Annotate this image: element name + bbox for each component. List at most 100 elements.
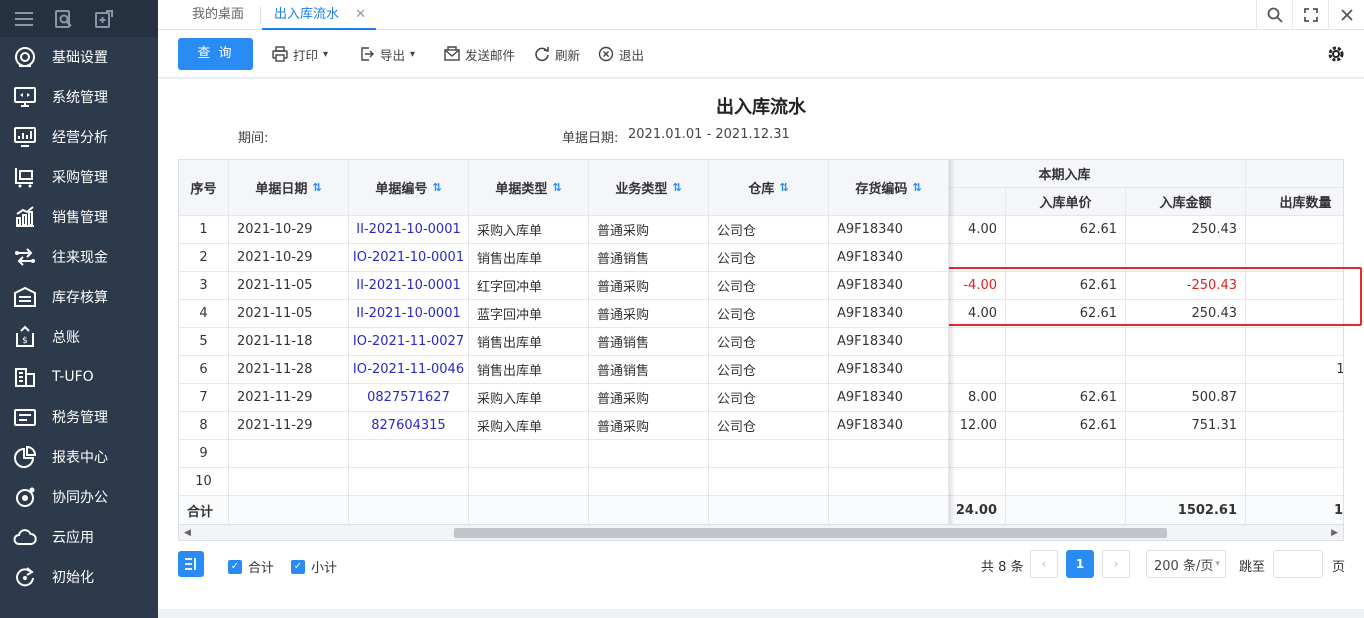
sidebar-item-ledger[interactable]: $ 总账	[0, 317, 158, 357]
sort-icon[interactable]: ⇅	[779, 181, 788, 194]
header-warehouse[interactable]: 仓库 ⇅	[709, 160, 829, 216]
table-cell	[1006, 440, 1126, 468]
doc-number-link[interactable]: IO-2021-11-0027	[349, 328, 469, 356]
sidebar-item-inventory[interactable]: 库存核算	[0, 277, 158, 317]
sort-icon[interactable]: ⇅	[312, 181, 321, 194]
search-icon[interactable]	[1256, 0, 1292, 30]
table-cell	[1126, 440, 1246, 468]
sales-chart-icon	[12, 204, 38, 230]
sidebar-item-label: 系统管理	[52, 90, 108, 106]
close-window-icon[interactable]	[1328, 0, 1364, 30]
table-cell: 蓝字回冲单	[469, 300, 589, 328]
gear-icon[interactable]	[1326, 44, 1346, 68]
data-table: 本期入库序号单据日期⇅单据编号⇅单据类型⇅业务类型⇅仓库⇅存货编码⇅数量入库单价…	[178, 159, 1344, 525]
total-cell	[229, 496, 349, 524]
table-cell: 普通销售	[589, 356, 709, 384]
doc-number-link[interactable]: II-2021-10-0001	[349, 300, 469, 328]
header-biz_type[interactable]: 业务类型 ⇅	[589, 160, 709, 216]
page-size-select[interactable]: 200 条/页 ▾	[1146, 550, 1226, 578]
refresh-icon	[535, 47, 549, 62]
table-cell	[589, 468, 709, 496]
sort-icon[interactable]: ⇅	[432, 181, 441, 194]
sidebar-item-tufo[interactable]: T-UFO	[0, 357, 158, 397]
ledger-icon: $	[12, 324, 38, 350]
sort-icon[interactable]: ⇅	[672, 181, 681, 194]
table-cell	[1126, 356, 1246, 384]
table-cell: 62.61	[1006, 412, 1126, 440]
sidebar-item-label: 税务管理	[52, 410, 108, 426]
fullscreen-icon[interactable]	[1292, 0, 1328, 30]
table-cell: 公司仓	[709, 272, 829, 300]
sidebar-item-system[interactable]: 系统管理	[0, 77, 158, 117]
column-settings-button[interactable]	[178, 551, 204, 577]
sum-checkbox[interactable]: ✓ 合计	[228, 557, 274, 576]
refresh-button[interactable]: 刷新	[534, 45, 580, 63]
subtotal-checkbox[interactable]: ✓ 小计	[291, 557, 337, 576]
table-cell: A9F18340	[829, 272, 949, 300]
sidebar-item-basic-settings[interactable]: 基础设置	[0, 37, 158, 77]
header-doc_no[interactable]: 单据编号 ⇅	[349, 160, 469, 216]
table-cell: 3	[179, 272, 229, 300]
building-icon	[12, 364, 38, 390]
sort-icon[interactable]: ⇅	[912, 181, 921, 194]
table-cell: 2021-11-18	[229, 328, 349, 356]
export-button[interactable]: 导出 ▾	[359, 45, 415, 63]
table-cell: 62.61	[1006, 384, 1126, 412]
doc-number-link[interactable]: IO-2021-11-0046	[349, 356, 469, 384]
scroll-right-icon[interactable]: ▶	[1331, 525, 1338, 541]
doc-number-link[interactable]: II-2021-10-0001	[349, 272, 469, 300]
send-mail-button[interactable]: 发送邮件	[444, 45, 515, 63]
header-doc_type[interactable]: 单据类型 ⇅	[469, 160, 589, 216]
table-cell: 751.31	[1126, 412, 1246, 440]
table-cell	[1006, 328, 1126, 356]
exit-label: 退出	[619, 47, 645, 63]
total-cell	[349, 496, 469, 524]
print-button[interactable]: 打印 ▾	[272, 45, 328, 63]
sidebar-item-cloud[interactable]: 云应用	[0, 517, 158, 557]
sidebar-item-collab[interactable]: 协同办公	[0, 477, 158, 517]
tab-stock-flow[interactable]: 出入库流水 ✕	[262, 0, 376, 30]
header-item_code[interactable]: 存货编码 ⇅	[829, 160, 949, 216]
sidebar-item-purchase[interactable]: 采购管理	[0, 157, 158, 197]
tab-home[interactable]: 我的桌面	[192, 0, 244, 30]
current-page-button[interactable]: 1	[1066, 550, 1094, 578]
sidebar-item-init[interactable]: 初始化	[0, 557, 158, 597]
table-cell: 公司仓	[709, 356, 829, 384]
sort-icon[interactable]: ⇅	[552, 181, 561, 194]
send-mail-label: 发送邮件	[465, 47, 516, 63]
menu-icon[interactable]	[14, 9, 34, 29]
scroll-left-icon[interactable]: ◀	[184, 525, 191, 541]
next-page-button[interactable]: ›	[1102, 550, 1130, 578]
header-date[interactable]: 单据日期 ⇅	[229, 160, 349, 216]
sidebar-item-cash[interactable]: 往来现金	[0, 237, 158, 277]
new-doc-icon[interactable]	[94, 9, 114, 29]
doc-number-link[interactable]: 827604315	[349, 412, 469, 440]
sidebar-item-reports[interactable]: 报表中心	[0, 437, 158, 477]
scroll-thumb[interactable]	[454, 528, 1167, 538]
total-cell	[469, 496, 589, 524]
table-cell	[1006, 468, 1126, 496]
columns-icon	[185, 558, 196, 570]
query-button[interactable]: 查 询	[178, 38, 253, 70]
sidebar-item-analysis[interactable]: 经营分析	[0, 117, 158, 157]
close-icon[interactable]: ✕	[355, 0, 366, 30]
table-cell: A9F18340	[829, 216, 949, 244]
total-cell	[589, 496, 709, 524]
prev-page-button[interactable]: ‹	[1030, 550, 1058, 578]
doc-number-link[interactable]: IO-2021-10-0001	[349, 244, 469, 272]
doc-number-link[interactable]: II-2021-10-0001	[349, 216, 469, 244]
exit-button[interactable]: 退出	[598, 45, 644, 63]
jump-page-input[interactable]	[1273, 550, 1323, 578]
sidebar-item-tax[interactable]: 税务管理	[0, 397, 158, 437]
horizontal-scrollbar[interactable]: ◀ ▶	[178, 525, 1344, 541]
search-doc-icon[interactable]	[54, 9, 74, 29]
table-cell	[589, 440, 709, 468]
table-cell: 普通采购	[589, 384, 709, 412]
sidebar-item-label: 初始化	[52, 570, 94, 586]
window-controls	[1256, 0, 1364, 30]
header-label: 序号	[190, 182, 217, 197]
cart-icon	[12, 164, 38, 190]
table-cell	[829, 440, 949, 468]
sidebar-item-sales[interactable]: 销售管理	[0, 197, 158, 237]
doc-number-link[interactable]: 0827571627	[349, 384, 469, 412]
